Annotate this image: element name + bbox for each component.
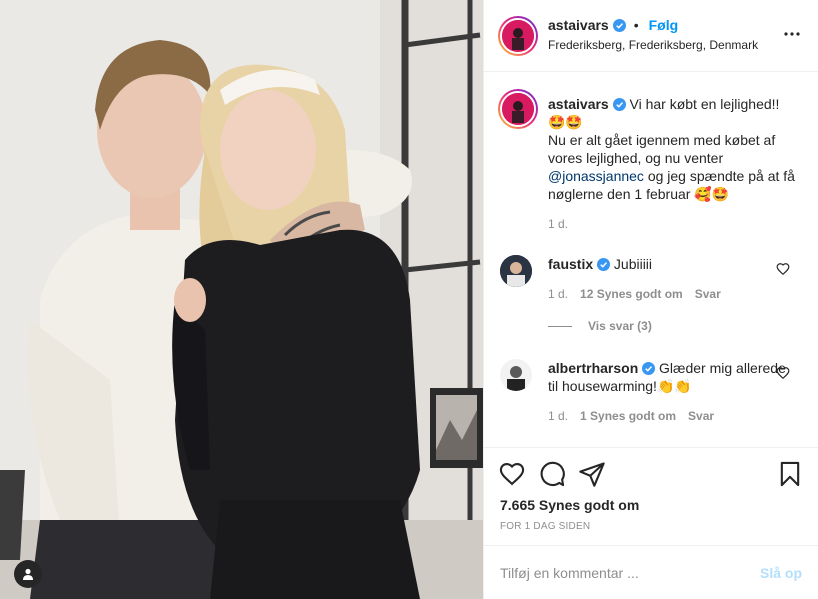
caption-author-avatar[interactable] — [498, 89, 538, 129]
caption-author-avatar-image — [502, 93, 534, 125]
comment-icon[interactable] — [538, 460, 566, 488]
header-username-row: astaivars • Følg — [548, 17, 678, 33]
verified-badge-icon — [612, 18, 626, 32]
comment-age[interactable]: 1 d. — [548, 409, 568, 423]
view-replies-button[interactable]: Vis svar (3) — [548, 319, 652, 333]
comment-text-faustix: faustix Jubiiiii — [548, 255, 798, 273]
comment-avatar-image — [500, 359, 532, 391]
follow-button[interactable]: Følg — [649, 17, 679, 33]
comment-reply-button[interactable]: Svar — [688, 409, 714, 423]
comment-text-albertrharson: albertrharson Glæder mig allerede til ho… — [548, 359, 798, 395]
verified-badge-icon — [597, 258, 611, 271]
comment-reply-button[interactable]: Svar — [695, 287, 721, 301]
comment-likes[interactable]: 1 Synes godt om — [580, 409, 676, 423]
user-tag-icon — [23, 568, 33, 580]
couple-photo-illustration — [0, 0, 483, 599]
more-options-icon — [784, 32, 800, 36]
more-options-button[interactable] — [782, 24, 802, 44]
post-comment-button[interactable]: Slå op — [760, 565, 802, 581]
author-avatar[interactable] — [498, 16, 538, 56]
comment-avatar-albertrharson[interactable] — [500, 359, 532, 391]
replies-divider — [548, 325, 572, 327]
post-actions: 7.665 Synes godt om FOR 1 DAG SIDEN — [484, 447, 818, 545]
caption-username[interactable]: astaivars — [548, 96, 609, 112]
post-location[interactable]: Frederiksberg, Frederiksberg, Denmark — [548, 38, 758, 52]
comment-like-heart-icon[interactable] — [776, 262, 790, 276]
view-replies-label: Vis svar (3) — [588, 319, 652, 333]
author-avatar-image — [502, 20, 534, 52]
comment-meta-faustix: 1 d. 12 Synes godt om Svar — [548, 287, 721, 301]
comment-age[interactable]: 1 d. — [548, 287, 568, 301]
post-photo[interactable] — [0, 0, 483, 599]
caption-line-2: Nu er alt gået igennem med købet af vore… — [548, 132, 776, 166]
comment-username[interactable]: faustix — [548, 256, 593, 272]
add-comment-input[interactable] — [500, 562, 740, 584]
comment-likes[interactable]: 12 Synes godt om — [580, 287, 683, 301]
add-comment-bar: Slå op — [484, 545, 818, 599]
caption-age[interactable]: 1 d. — [548, 217, 568, 231]
heart-icon[interactable] — [498, 460, 526, 488]
post-header: astaivars • Følg Frederiksberg, Frederik… — [484, 0, 818, 72]
user-tag-button[interactable] — [14, 560, 42, 588]
verified-badge-icon — [642, 362, 656, 375]
caption-text: astaivars Vi har købt en lejlighed!! 🤩🤩 … — [548, 95, 798, 203]
post-timestamp[interactable]: FOR 1 DAG SIDEN — [500, 521, 590, 532]
paper-plane-icon[interactable] — [578, 460, 606, 488]
author-username[interactable]: astaivars — [548, 17, 609, 33]
post-details-panel: astaivars • Følg Frederiksberg, Frederik… — [483, 0, 818, 599]
comment-like-heart-icon[interactable] — [776, 366, 790, 380]
comment-avatar-image — [500, 255, 532, 287]
comment-meta-albertrharson: 1 d. 1 Synes godt om Svar — [548, 409, 714, 423]
comment-avatar-faustix[interactable] — [500, 255, 532, 287]
bookmark-icon[interactable] — [776, 460, 804, 488]
caption-mention-link[interactable]: @jonassjannec — [548, 168, 644, 184]
comments-list[interactable]: astaivars Vi har købt en lejlighed!! 🤩🤩 … — [484, 73, 818, 447]
separator-dot: • — [633, 17, 639, 33]
comment-body: Jubiiiii — [613, 256, 653, 272]
verified-badge-icon — [612, 98, 626, 111]
comment-username[interactable]: albertrharson — [548, 360, 638, 376]
likes-count[interactable]: 7.665 Synes godt om — [500, 497, 639, 513]
